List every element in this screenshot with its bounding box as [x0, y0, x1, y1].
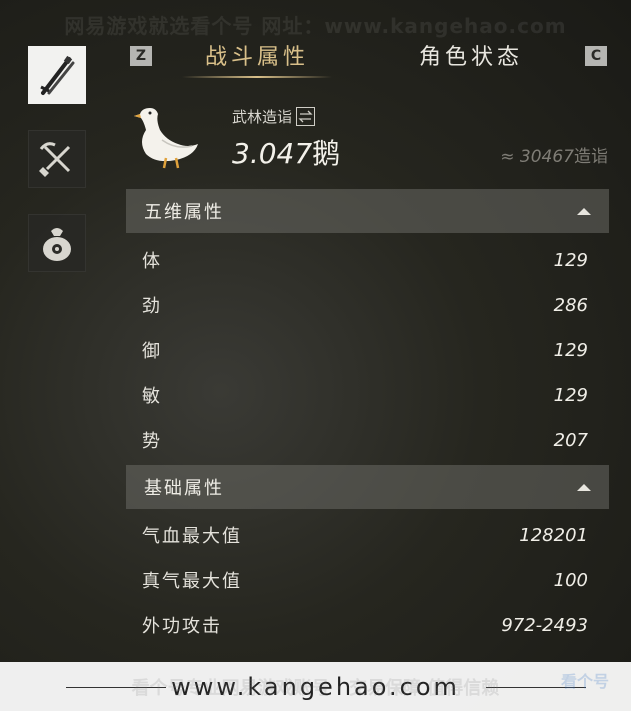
sidebar-item-assets[interactable] [28, 214, 86, 272]
stat-label: 势 [142, 431, 162, 452]
stat-value: 286 [553, 294, 588, 316]
stat-row: 敏 129 [126, 375, 610, 415]
stat-value: 207 [553, 429, 588, 451]
stat-label: 外功攻击 [142, 616, 222, 637]
watermark-logo: 看个号 [560, 672, 609, 691]
sidebar-item-combat[interactable] [28, 46, 86, 104]
rank-score-unit: 鹅 [312, 137, 341, 170]
stat-value: 129 [553, 249, 588, 271]
stat-row: 外功攻击 972-2493 [126, 605, 610, 645]
section-title: 五维属性 [144, 202, 224, 223]
stat-label: 劲 [142, 296, 162, 317]
stat-row: 劲 286 [126, 285, 610, 325]
stat-row: 体 129 [126, 240, 610, 280]
switch-icon[interactable] [296, 107, 316, 126]
attributes-panel: Z 战斗属性 角色状态 C 武林造诣 3.047鹅 ≈ 30467造诣 五维属性… [126, 0, 610, 711]
stat-value: 128201 [519, 524, 588, 546]
rank-score: 3.047鹅 [232, 132, 340, 172]
active-tab-indicator [182, 76, 332, 78]
tools-icon [39, 142, 71, 177]
stat-row: 势 207 [126, 420, 610, 460]
sidebar [28, 46, 86, 298]
stat-row: 气血最大值 128201 [126, 515, 610, 555]
stat-label: 体 [142, 251, 162, 272]
key-hint-prev[interactable]: Z [130, 46, 152, 66]
approx-unit: 造诣 [574, 147, 608, 167]
rank-label-text: 武林造诣 [232, 108, 293, 126]
section-header-five-dims[interactable]: 五维属性 [126, 189, 609, 233]
tab-character-status[interactable]: 角色状态 [396, 38, 546, 72]
collapse-caret-icon[interactable] [577, 207, 591, 215]
stat-value: 129 [553, 339, 588, 361]
collapse-caret-icon[interactable] [577, 483, 591, 491]
rank-summary: 武林造诣 3.047鹅 ≈ 30467造诣 [126, 96, 610, 176]
goose-icon [134, 108, 198, 169]
stat-value: 100 [553, 569, 588, 591]
tab-combat-attributes[interactable]: 战斗属性 [182, 38, 332, 72]
approx-symbol: ≈ [500, 147, 515, 167]
sword-icon [40, 55, 75, 95]
stat-label: 敏 [142, 386, 162, 407]
rank-label: 武林造诣 [232, 106, 316, 127]
key-hint-next[interactable]: C [585, 46, 607, 66]
section-title: 基础属性 [144, 478, 224, 499]
stat-label: 真气最大值 [142, 571, 242, 592]
rank-approx: ≈ 30467造诣 [500, 142, 608, 167]
money-bag-icon [43, 228, 71, 261]
approx-value: 30467 [519, 147, 574, 167]
rank-score-number: 3.047 [232, 137, 313, 170]
stat-value: 972-2493 [501, 614, 588, 636]
stat-value: 129 [553, 384, 588, 406]
section-header-basic[interactable]: 基础属性 [126, 465, 609, 509]
sidebar-item-life-skills[interactable] [28, 130, 86, 188]
stat-label: 气血最大值 [142, 526, 242, 547]
stat-label: 御 [142, 341, 162, 362]
tab-bar: Z 战斗属性 角色状态 C [126, 38, 610, 78]
watermark-bottom: 看个号专业网易游戏账号 · 交易保障 值得信赖 [131, 678, 500, 699]
stat-row: 御 129 [126, 330, 610, 370]
stat-row: 真气最大值 100 [126, 560, 610, 600]
